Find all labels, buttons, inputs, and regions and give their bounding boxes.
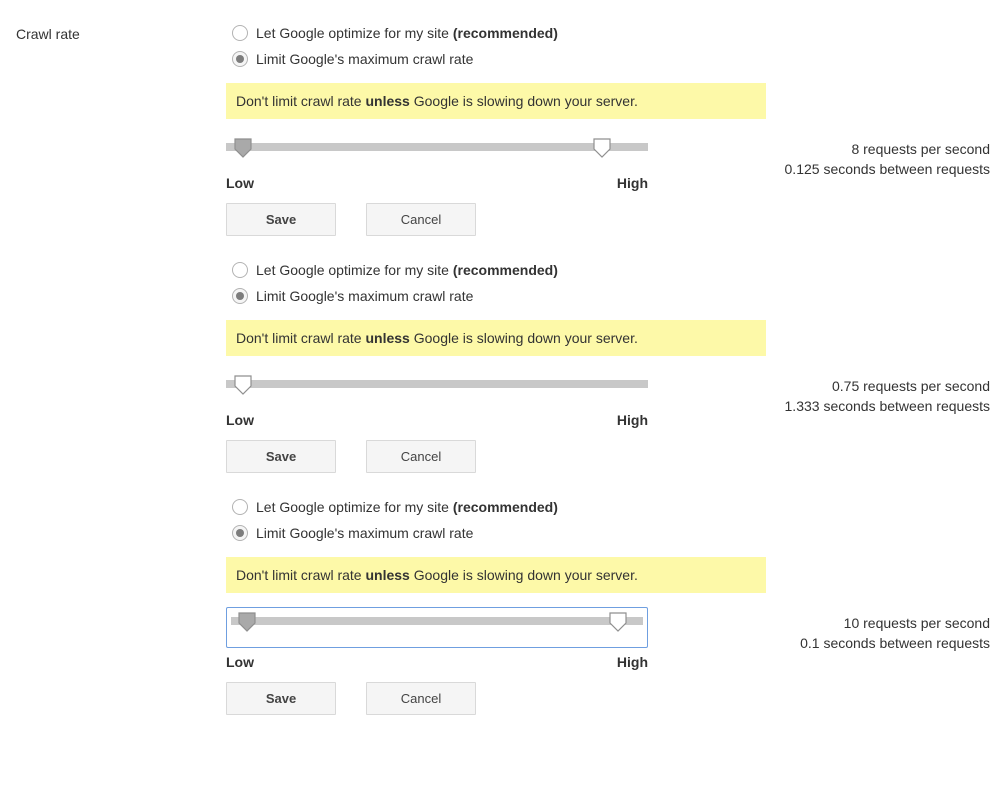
rate-line-2: 1.333 seconds between requests bbox=[648, 396, 990, 416]
radio-limit-label: Limit Google's maximum crawl rate bbox=[256, 525, 473, 541]
notice-banner: Don't limit crawl rate unless Google is … bbox=[226, 83, 766, 119]
radio-optimize-label: Let Google optimize for my site (recomme… bbox=[256, 25, 558, 41]
rate-line-1: 10 requests per second bbox=[648, 613, 990, 633]
rate-line-1: 8 requests per second bbox=[648, 139, 990, 159]
section-label: Crawl rate bbox=[16, 20, 226, 42]
cancel-button[interactable]: Cancel bbox=[366, 440, 476, 473]
radio-limit-label: Limit Google's maximum crawl rate bbox=[256, 51, 473, 67]
rate-summary: 10 requests per second0.1 seconds betwee… bbox=[648, 607, 994, 653]
rate-line-1: 0.75 requests per second bbox=[648, 376, 990, 396]
slider-thumb-high[interactable] bbox=[609, 612, 627, 630]
crawl-rate-slider[interactable] bbox=[226, 607, 648, 648]
slider-thumb[interactable] bbox=[234, 375, 252, 393]
rate-summary: 8 requests per second0.125 seconds betwe… bbox=[648, 133, 994, 179]
radio-optimize[interactable] bbox=[232, 499, 248, 515]
crawl-rate-block: Let Google optimize for my site (recomme… bbox=[226, 21, 994, 236]
slider-label-low: Low bbox=[226, 654, 254, 670]
save-button[interactable]: Save bbox=[226, 203, 336, 236]
save-button[interactable]: Save bbox=[226, 440, 336, 473]
crawl-rate-block: Let Google optimize for my site (recomme… bbox=[226, 258, 994, 473]
rate-summary: 0.75 requests per second1.333 seconds be… bbox=[648, 370, 994, 416]
crawl-rate-slider[interactable] bbox=[226, 133, 648, 169]
slider-thumb-high[interactable] bbox=[593, 138, 611, 156]
rate-line-2: 0.125 seconds between requests bbox=[648, 159, 990, 179]
crawl-rate-block: Let Google optimize for my site (recomme… bbox=[226, 495, 994, 715]
slider-label-high: High bbox=[617, 412, 648, 428]
slider-label-low: Low bbox=[226, 175, 254, 191]
crawl-rate-slider[interactable] bbox=[226, 370, 648, 406]
slider-label-high: High bbox=[617, 654, 648, 670]
radio-optimize[interactable] bbox=[232, 262, 248, 278]
radio-limit[interactable] bbox=[232, 288, 248, 304]
cancel-button[interactable]: Cancel bbox=[366, 203, 476, 236]
cancel-button[interactable]: Cancel bbox=[366, 682, 476, 715]
notice-banner: Don't limit crawl rate unless Google is … bbox=[226, 320, 766, 356]
radio-optimize-label: Let Google optimize for my site (recomme… bbox=[256, 262, 558, 278]
slider-label-low: Low bbox=[226, 412, 254, 428]
notice-banner: Don't limit crawl rate unless Google is … bbox=[226, 557, 766, 593]
rate-line-2: 0.1 seconds between requests bbox=[648, 633, 990, 653]
slider-thumb-low[interactable] bbox=[238, 612, 256, 630]
radio-optimize[interactable] bbox=[232, 25, 248, 41]
slider-label-high: High bbox=[617, 175, 648, 191]
radio-limit[interactable] bbox=[232, 51, 248, 67]
save-button[interactable]: Save bbox=[226, 682, 336, 715]
radio-limit[interactable] bbox=[232, 525, 248, 541]
radio-limit-label: Limit Google's maximum crawl rate bbox=[256, 288, 473, 304]
radio-optimize-label: Let Google optimize for my site (recomme… bbox=[256, 499, 558, 515]
slider-thumb-low[interactable] bbox=[234, 138, 252, 156]
